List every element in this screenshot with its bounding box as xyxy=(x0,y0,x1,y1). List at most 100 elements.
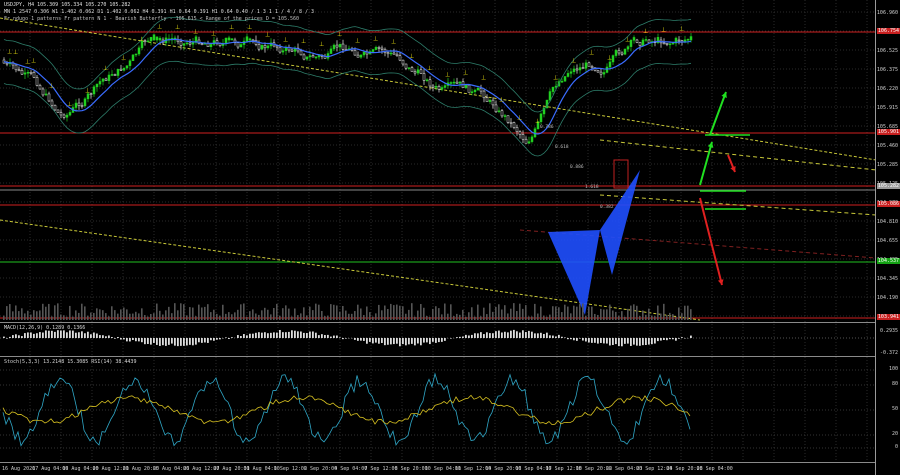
macd-bar xyxy=(291,330,293,338)
volume-bar xyxy=(432,308,434,320)
candle-body xyxy=(641,39,645,46)
candle-body xyxy=(146,40,150,43)
candle-body xyxy=(404,63,408,69)
volume-bar xyxy=(486,314,488,320)
volume-bar xyxy=(468,312,470,320)
volume-bar xyxy=(357,304,359,320)
candle-body xyxy=(104,78,108,81)
volume-bar xyxy=(195,316,197,320)
volume-bar xyxy=(117,313,119,320)
macd-bar xyxy=(633,338,635,345)
volume-bar xyxy=(144,315,146,320)
stoch-label: Stoch(5,3,3) 13.2148 15.3085 RSI(14) 38.… xyxy=(4,359,137,365)
volume-bar xyxy=(429,316,431,320)
candle-body xyxy=(683,39,687,42)
volume-bar xyxy=(687,305,689,320)
volume-bar xyxy=(684,305,686,320)
volume-bar xyxy=(255,313,257,320)
fractal-marker: ⊥ xyxy=(121,55,126,62)
volume-bar xyxy=(78,312,80,320)
macd-bar xyxy=(267,333,269,338)
candle-body xyxy=(41,88,45,96)
fractal-marker: ⊥ xyxy=(85,87,90,94)
candle-body xyxy=(335,44,339,48)
macd-bar xyxy=(609,338,611,346)
macd-bar xyxy=(582,338,584,341)
macd-bar xyxy=(240,336,242,338)
macd-bar xyxy=(474,333,476,338)
candle-body xyxy=(74,102,78,108)
candle-body xyxy=(479,87,483,92)
macd-bar xyxy=(417,338,419,344)
candle-body xyxy=(68,112,72,116)
macd-bar xyxy=(288,331,290,338)
macd-bar xyxy=(12,335,14,338)
volume-bar xyxy=(390,303,392,320)
macd-bar xyxy=(141,338,143,343)
time-tick-label: 7 Sep 12:00 xyxy=(364,466,398,472)
candle-body xyxy=(518,131,522,135)
volume-bar xyxy=(471,307,473,320)
macd-bar xyxy=(525,332,527,338)
macd-bar xyxy=(414,338,416,346)
candle-body xyxy=(539,113,543,123)
macd-bar xyxy=(657,338,659,342)
macd-bar xyxy=(465,334,467,338)
candle-body xyxy=(500,110,504,117)
macd-bar xyxy=(90,334,92,338)
macd-bar xyxy=(123,338,125,340)
candle-body xyxy=(410,67,414,72)
candle-body xyxy=(575,68,579,71)
candle-body xyxy=(134,53,138,56)
volume-bar xyxy=(546,316,548,320)
macd-bar xyxy=(663,338,665,340)
macd-bar xyxy=(300,331,302,338)
volume-bar xyxy=(327,315,329,320)
macd-bar xyxy=(282,332,284,338)
volume-bar xyxy=(375,313,377,320)
price-level-badge: 105.086 xyxy=(876,201,900,207)
price-chart[interactable]: ⊥ ⊥ ⊥ ⊥ ⊥ ⊥ ⊥ ⊥ ⊥ ⊥ ⊥ ⊥ ⊥ ⊥ ⊥ ⊥ ⊥ ⊥ ⊥ ⊥ ⊥ ⊥ ⊥ ⊥ ⊥ ⊥ ⊥ ⊥ ⊥ ⊥ ⊥ ⊥ ⊥ ⊥ ⊥ ⊥ ⊥ ⊥ ⊥ ⊥… xyxy=(0,0,900,475)
fractal-marker: ⊥ xyxy=(391,38,396,45)
candle-body xyxy=(602,72,606,75)
macd-bar xyxy=(261,332,263,338)
candle-body xyxy=(392,52,396,55)
fractal-marker: ⊥ xyxy=(157,23,162,30)
volume-bar xyxy=(162,314,164,320)
macd-bar xyxy=(135,338,137,342)
price-axis[interactable]: 106.960106.790106.525106.375106.220105.9… xyxy=(875,0,900,475)
macd-bar xyxy=(357,338,359,341)
macd-bar xyxy=(618,338,620,347)
macd-bar xyxy=(621,338,623,347)
macd-bar xyxy=(45,330,47,338)
fractal-marker: ⊥ xyxy=(283,36,288,43)
candle-body xyxy=(65,114,69,118)
candle-body xyxy=(200,43,204,45)
macd-bar xyxy=(6,338,8,339)
fractal-marker: ⊥ xyxy=(337,31,342,38)
candle-body xyxy=(158,37,162,41)
macd-bar xyxy=(384,338,386,346)
time-tick-label: 16 Aug 2020 xyxy=(2,466,36,472)
volume-bar xyxy=(30,314,32,320)
macd-bar xyxy=(39,332,41,338)
stoch-separator xyxy=(0,356,876,357)
volume-bar xyxy=(108,316,110,320)
macd-bar xyxy=(36,333,38,338)
macd-tick-label: -0.372 xyxy=(879,350,898,356)
macd-bar xyxy=(342,338,344,340)
volume-bar xyxy=(384,305,386,320)
macd-bar xyxy=(309,331,311,338)
candle-body xyxy=(608,61,612,68)
macd-bar xyxy=(162,338,164,346)
macd-bar xyxy=(78,332,80,338)
candle-body xyxy=(497,110,501,113)
chart-window[interactable]: ⊥ ⊥ ⊥ ⊥ ⊥ ⊥ ⊥ ⊥ ⊥ ⊥ ⊥ ⊥ ⊥ ⊥ ⊥ ⊥ ⊥ ⊥ ⊥ ⊥ ⊥ ⊥ ⊥ ⊥ ⊥ ⊥ ⊥ ⊥ ⊥ ⊥ ⊥ ⊥ ⊥ ⊥ ⊥ ⊥ ⊥ ⊥ ⊥ ⊥… xyxy=(0,0,900,475)
volume-bar xyxy=(51,316,53,320)
macd-bar xyxy=(513,329,515,338)
volume-bar xyxy=(552,306,554,320)
volume-bar xyxy=(603,309,605,320)
macd-bar xyxy=(630,338,632,346)
macd-bar xyxy=(345,338,347,339)
volume-bar xyxy=(621,311,623,320)
